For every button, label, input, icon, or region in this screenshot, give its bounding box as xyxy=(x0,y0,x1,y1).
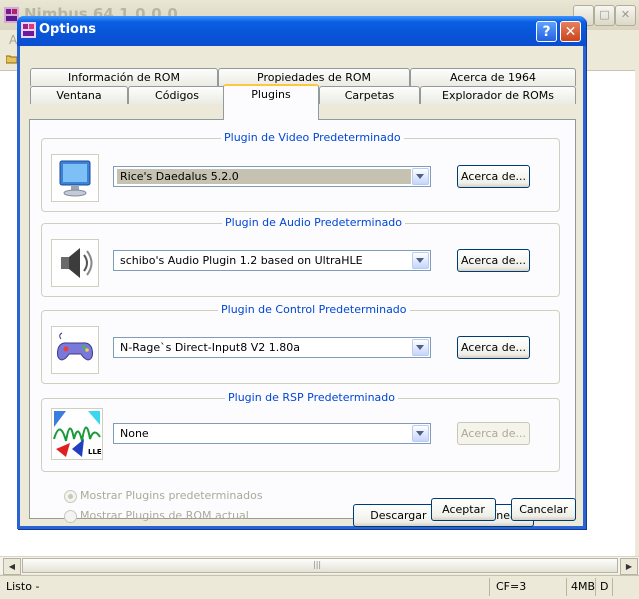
control-plugin-group: Plugin de Control Predeterminado N-Rage`… xyxy=(41,303,560,384)
rsp-plugin-select[interactable]: None xyxy=(113,423,431,444)
video-plugin-value: Rice's Daedalus 5.2.0 xyxy=(117,169,411,184)
options-dialog: Options ? ✕ Información de ROM Propiedad… xyxy=(17,16,586,529)
status-memory: 4MB xyxy=(571,580,596,593)
scroll-right-arrow[interactable]: ▶ xyxy=(620,558,638,575)
plugins-tab-panel: Plugin de Video Predeterminado Rice's Da… xyxy=(29,119,576,527)
status-extra: D xyxy=(600,580,609,593)
help-button[interactable]: ? xyxy=(536,21,557,42)
status-bar: Listo - CF=3 4MB D xyxy=(0,575,639,599)
control-plugin-select[interactable]: N-Rage`s Direct-Input8 V2 1.80a xyxy=(113,337,431,358)
control-group-label: Plugin de Control Predeterminado xyxy=(218,303,410,316)
tab-ventana[interactable]: Ventana xyxy=(30,86,128,104)
chevron-down-icon[interactable] xyxy=(412,252,429,269)
gamepad-icon xyxy=(51,326,99,374)
status-divider xyxy=(612,578,613,596)
dialog-app-icon xyxy=(21,22,36,38)
status-divider xyxy=(489,578,490,596)
thumb-grip-icon: ||| xyxy=(313,560,322,569)
rsp-icon-label: LLE xyxy=(88,448,102,456)
video-plugin-group: Plugin de Video Predeterminado Rice's Da… xyxy=(41,131,560,212)
status-divider xyxy=(595,578,596,596)
close-button[interactable]: ✕ xyxy=(560,21,581,42)
background-menubar: A xyxy=(0,30,18,70)
dialog-body: Información de ROM Propiedades de ROM Ac… xyxy=(20,46,583,527)
dialog-title: Options xyxy=(39,22,96,37)
cancel-button[interactable]: Cancelar xyxy=(511,498,576,521)
audio-plugin-group: Plugin de Audio Predeterminado schibo's … xyxy=(41,216,560,297)
rsp-lle-icon: LLE xyxy=(51,408,103,460)
video-group-label: Plugin de Video Predeterminado xyxy=(221,131,404,144)
ok-button[interactable]: Aceptar xyxy=(431,498,496,521)
monitor-icon xyxy=(51,154,99,202)
menu-letter: A xyxy=(9,33,18,47)
tab-acerca-1964[interactable]: Acerca de 1964 xyxy=(410,68,576,86)
audio-plugin-value: schibo's Audio Plugin 1.2 based on Ultra… xyxy=(120,254,363,267)
rsp-about-button: Acerca de... xyxy=(457,422,530,445)
horizontal-scrollbar[interactable]: ◀ ||| ▶ xyxy=(0,556,639,575)
tab-plugins[interactable]: Plugins xyxy=(223,84,319,120)
tab-informacion-rom[interactable]: Información de ROM xyxy=(30,68,218,86)
audio-plugin-select[interactable]: schibo's Audio Plugin 1.2 based on Ultra… xyxy=(113,250,431,271)
rsp-plugin-group: Plugin de RSP Predeterminado LLE None Ac… xyxy=(41,391,560,472)
scroll-left-arrow[interactable]: ◀ xyxy=(3,558,21,575)
audio-about-button[interactable]: Acerca de... xyxy=(457,249,530,272)
tab-explorador-roms[interactable]: Explorador de ROMs xyxy=(420,86,576,104)
radio-show-rom-plugins[interactable] xyxy=(64,510,77,523)
status-cf: CF=3 xyxy=(496,580,527,593)
control-plugin-value: N-Rage`s Direct-Input8 V2 1.80a xyxy=(120,341,300,354)
scrollbar-thumb[interactable]: ||| xyxy=(22,558,618,573)
audio-group-label: Plugin de Audio Predeterminado xyxy=(222,216,406,229)
tab-codigos[interactable]: Códigos xyxy=(128,86,226,104)
chevron-down-icon[interactable] xyxy=(412,339,429,356)
radio-rom-label: Mostrar Plugins de ROM actual xyxy=(80,509,249,522)
radio-show-default-plugins[interactable] xyxy=(64,490,77,503)
bg-close-button[interactable]: ✕ xyxy=(615,5,636,26)
video-about-button[interactable]: Acerca de... xyxy=(457,165,530,188)
status-divider xyxy=(566,578,567,596)
chevron-down-icon[interactable] xyxy=(412,168,429,185)
radio-default-label: Mostrar Plugins predeterminados xyxy=(80,489,263,502)
speaker-icon xyxy=(51,239,99,287)
rsp-group-label: Plugin de RSP Predeterminado xyxy=(225,391,399,404)
rsp-plugin-value: None xyxy=(120,427,149,440)
control-about-button[interactable]: Acerca de... xyxy=(457,336,530,359)
tab-carpetas[interactable]: Carpetas xyxy=(319,86,420,104)
dialog-titlebar[interactable]: Options ? ✕ xyxy=(17,16,586,46)
video-plugin-select[interactable]: Rice's Daedalus 5.2.0 xyxy=(113,166,431,187)
status-message: Listo - xyxy=(6,580,40,593)
maximize-button[interactable]: □ xyxy=(594,5,615,26)
chevron-down-icon[interactable] xyxy=(412,425,429,442)
